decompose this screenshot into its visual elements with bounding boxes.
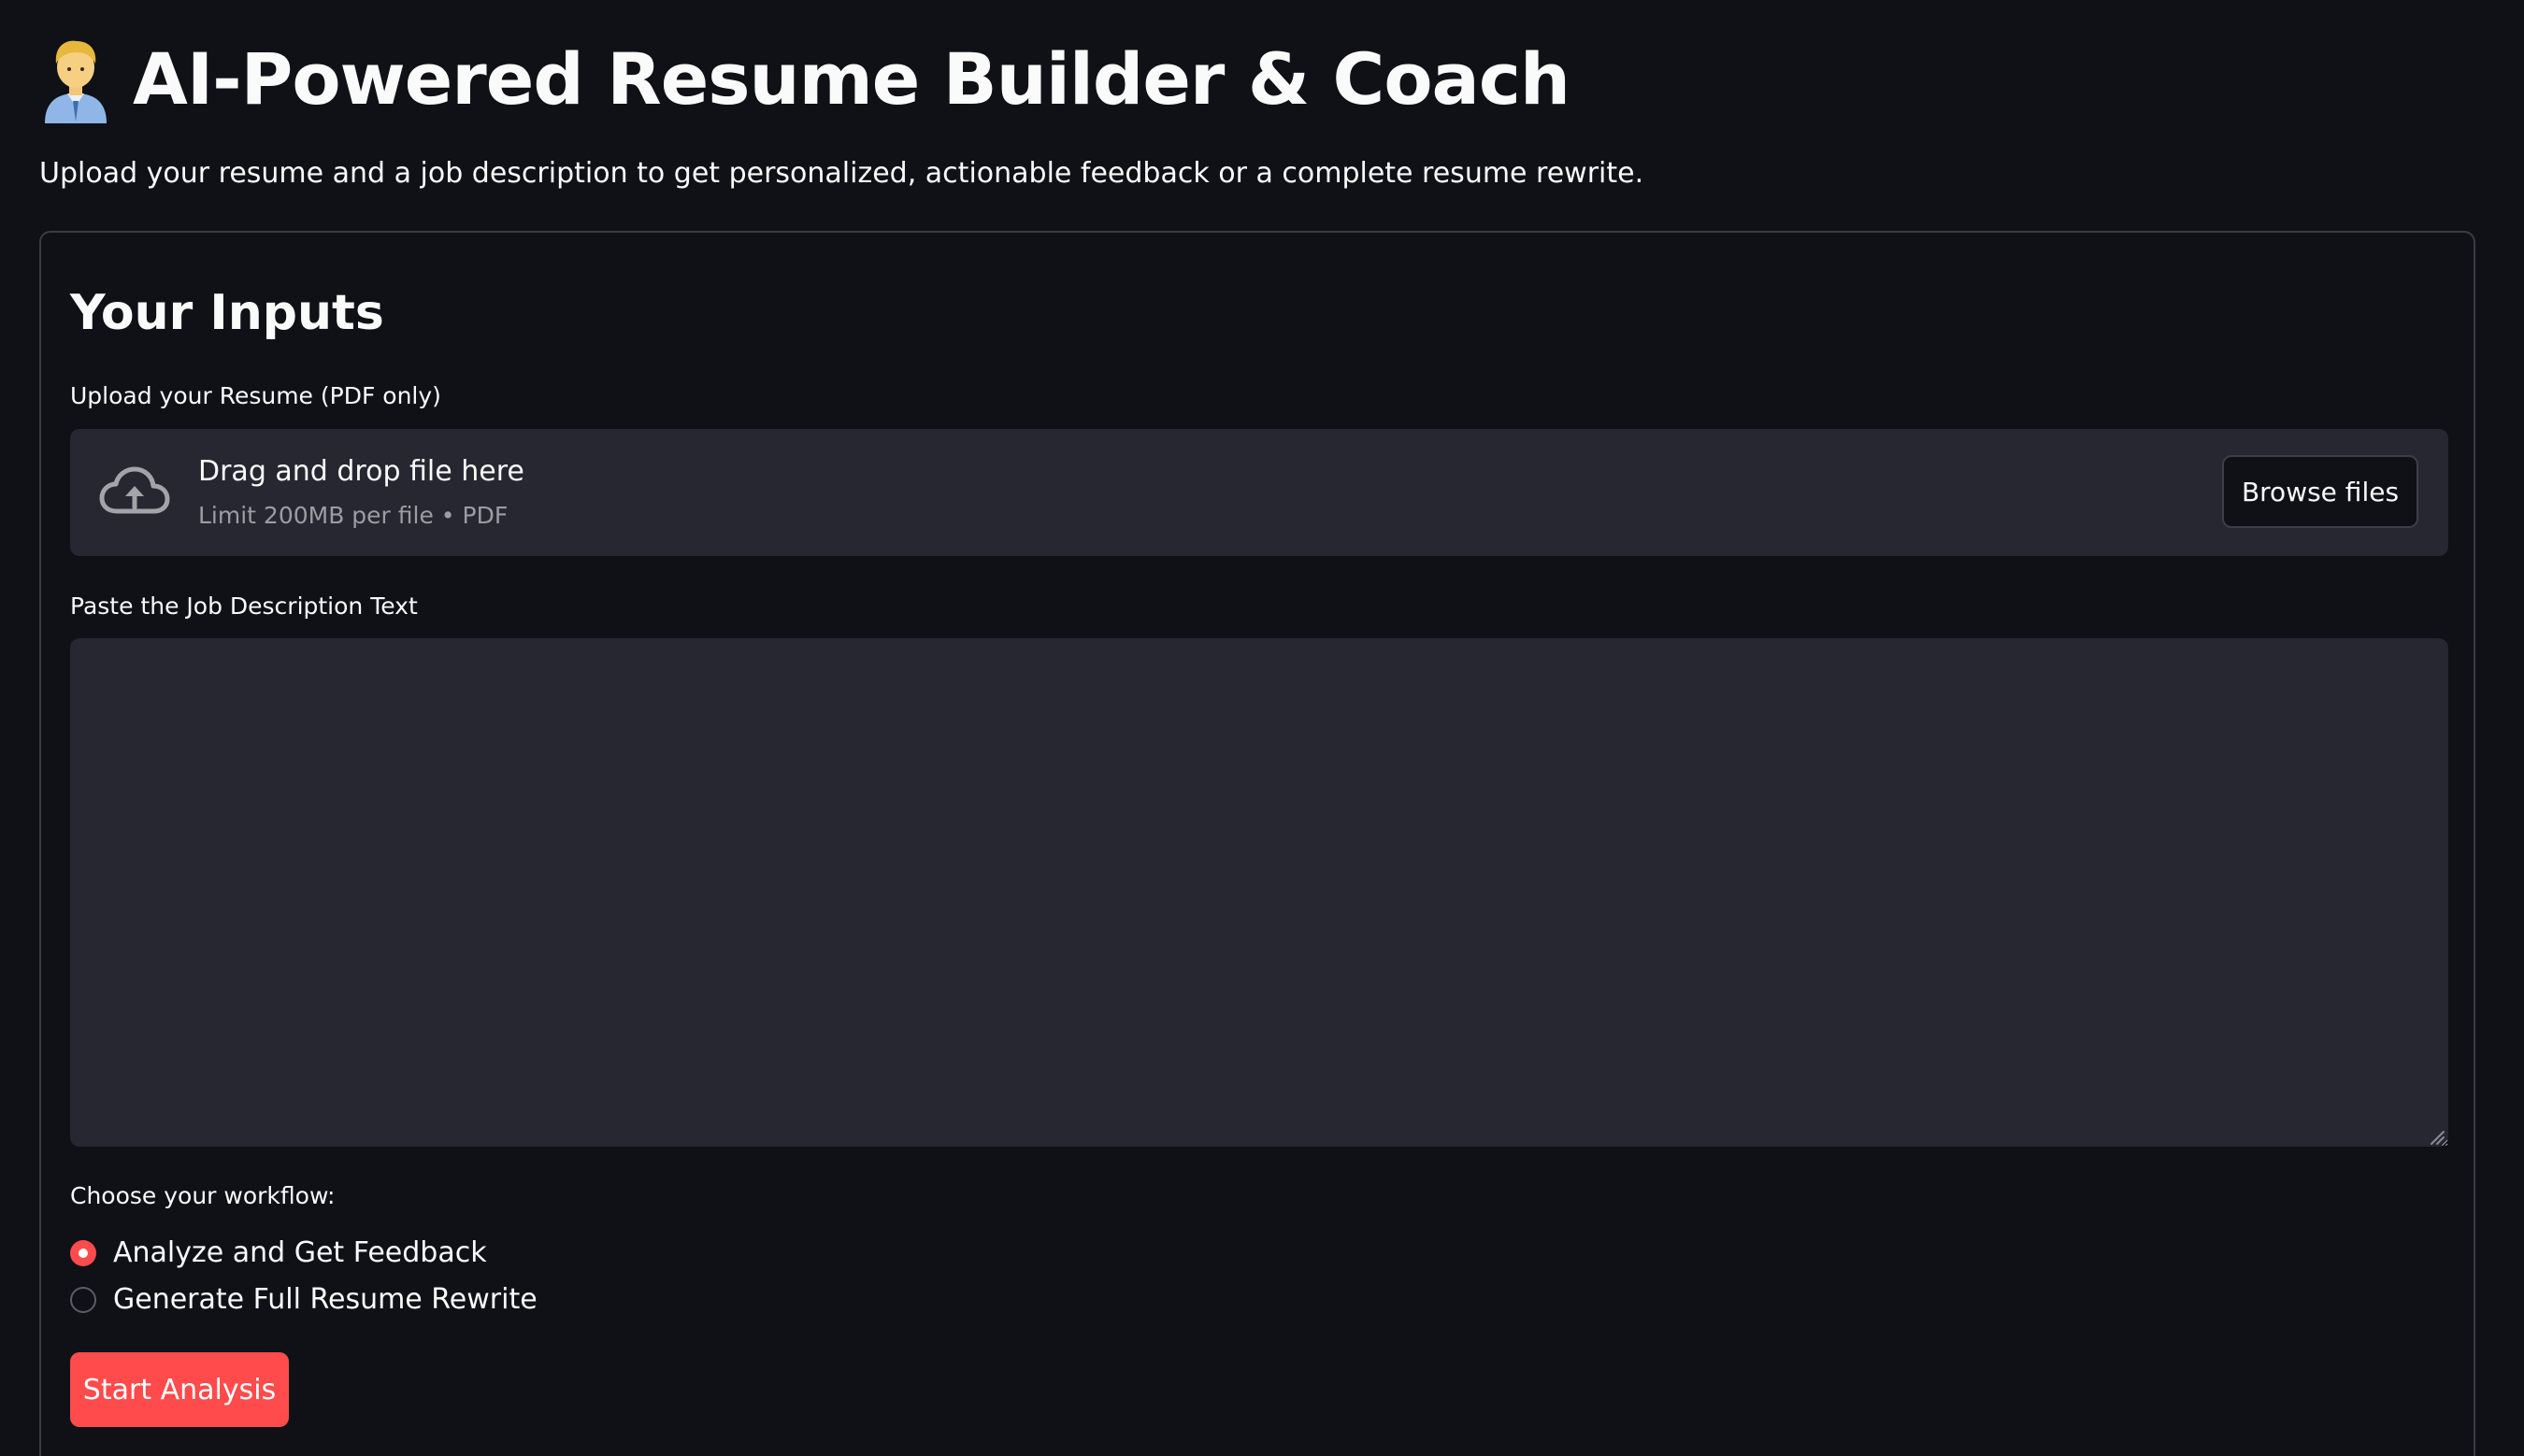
page-title: AI-Powered Resume Builder & Coach (133, 37, 1570, 121)
title-row: AI-Powered Resume Builder & Coach (39, 28, 1570, 131)
radio-unselected-icon[interactable] (70, 1286, 96, 1313)
job-description-textarea[interactable] (70, 638, 2448, 1147)
page-subtitle: Upload your resume and a job description… (39, 157, 1644, 190)
textarea-resize-handle-icon[interactable] (2428, 1128, 2445, 1145)
resume-dropzone[interactable]: Drag and drop file here Limit 200MB per … (70, 429, 2448, 556)
radio-option-label: Generate Full Resume Rewrite (113, 1283, 538, 1316)
start-analysis-button[interactable]: Start Analysis (70, 1352, 289, 1427)
workflow-label: Choose your workflow: (70, 1182, 336, 1209)
radio-option-rewrite[interactable]: Generate Full Resume Rewrite (70, 1283, 538, 1316)
inputs-card: Your Inputs Upload your Resume (PDF only… (39, 231, 2475, 1456)
app-page: AI-Powered Resume Builder & Coach Upload… (0, 0, 2524, 1456)
dropzone-title: Drag and drop file here (198, 455, 524, 488)
radio-option-label: Analyze and Get Feedback (113, 1236, 487, 1269)
resume-upload-label: Upload your Resume (PDF only) (70, 382, 441, 409)
job-description-label: Paste the Job Description Text (70, 592, 418, 620)
browse-files-button[interactable]: Browse files (2222, 455, 2418, 528)
cloud-upload-icon (98, 464, 171, 521)
dropzone-limit-hint: Limit 200MB per file • PDF (198, 502, 509, 529)
office-worker-icon (39, 36, 112, 123)
section-title: Your Inputs (70, 285, 384, 341)
radio-selected-icon[interactable] (70, 1239, 96, 1266)
radio-option-analyze[interactable]: Analyze and Get Feedback (70, 1236, 487, 1269)
